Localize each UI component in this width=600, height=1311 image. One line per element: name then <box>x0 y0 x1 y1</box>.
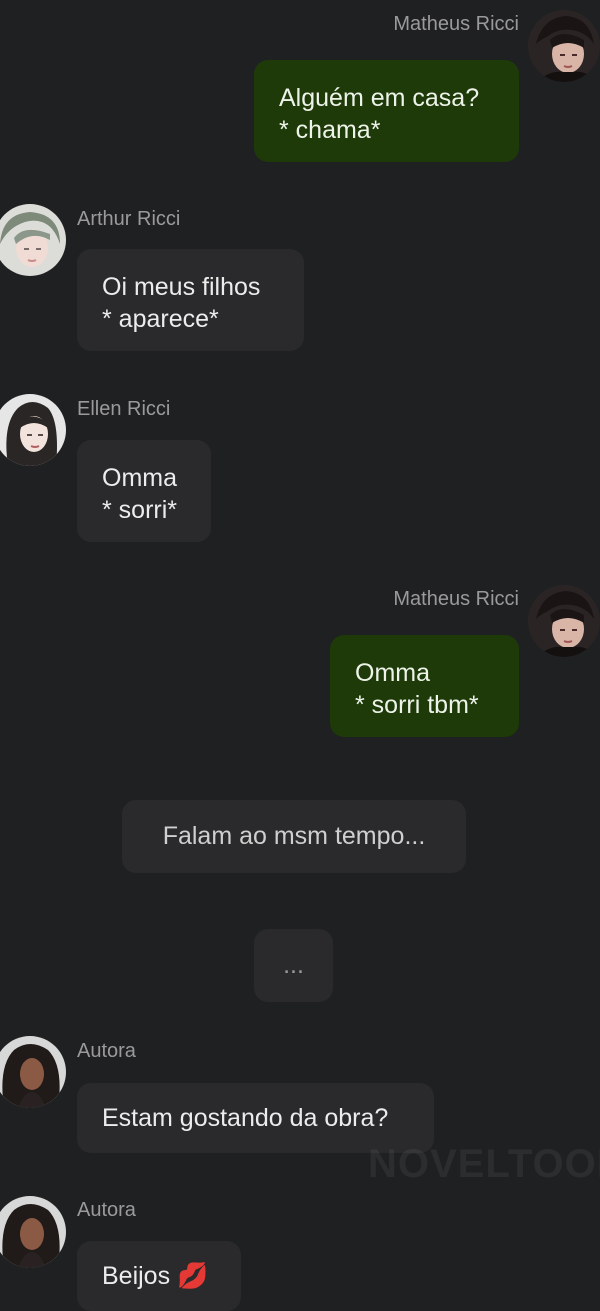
avatar-matheus[interactable] <box>528 585 600 657</box>
avatar-ellen[interactable] <box>0 394 66 466</box>
avatar-autora[interactable] <box>0 1036 66 1108</box>
avatar-autora-image <box>0 1036 66 1108</box>
sender-name: Autora <box>77 1199 136 1221</box>
avatar-matheus[interactable] <box>528 10 600 82</box>
avatar-matheus-image <box>528 585 600 657</box>
message-bubble-own[interactable]: Alguém em casa? * chama* <box>254 60 519 162</box>
avatar-matheus-image <box>528 10 600 82</box>
message-bubble-own[interactable]: Omma * sorri tbm* <box>330 635 519 737</box>
message-bubble-other[interactable]: Beijos 💋 <box>77 1241 241 1311</box>
sender-name: Autora <box>77 1040 136 1062</box>
avatar-autora[interactable] <box>0 1196 66 1268</box>
avatar-autora-image <box>0 1196 66 1268</box>
avatar-ellen-image <box>0 394 66 466</box>
narration-box: Falam ao msm tempo... <box>122 800 466 873</box>
sender-name: Matheus Ricci <box>393 588 519 610</box>
message-bubble-other[interactable]: Omma * sorri* <box>77 440 211 542</box>
sender-name: Arthur Ricci <box>77 208 181 230</box>
avatar-arthur-image <box>0 204 66 276</box>
narration-ellipsis: ... <box>254 929 333 1002</box>
message-bubble-other[interactable]: Oi meus filhos * aparece* <box>77 249 304 351</box>
watermark-logo: NOVELTOON <box>368 1142 600 1186</box>
avatar-arthur[interactable] <box>0 204 66 276</box>
sender-name: Ellen Ricci <box>77 398 171 420</box>
sender-name: Matheus Ricci <box>393 13 519 35</box>
